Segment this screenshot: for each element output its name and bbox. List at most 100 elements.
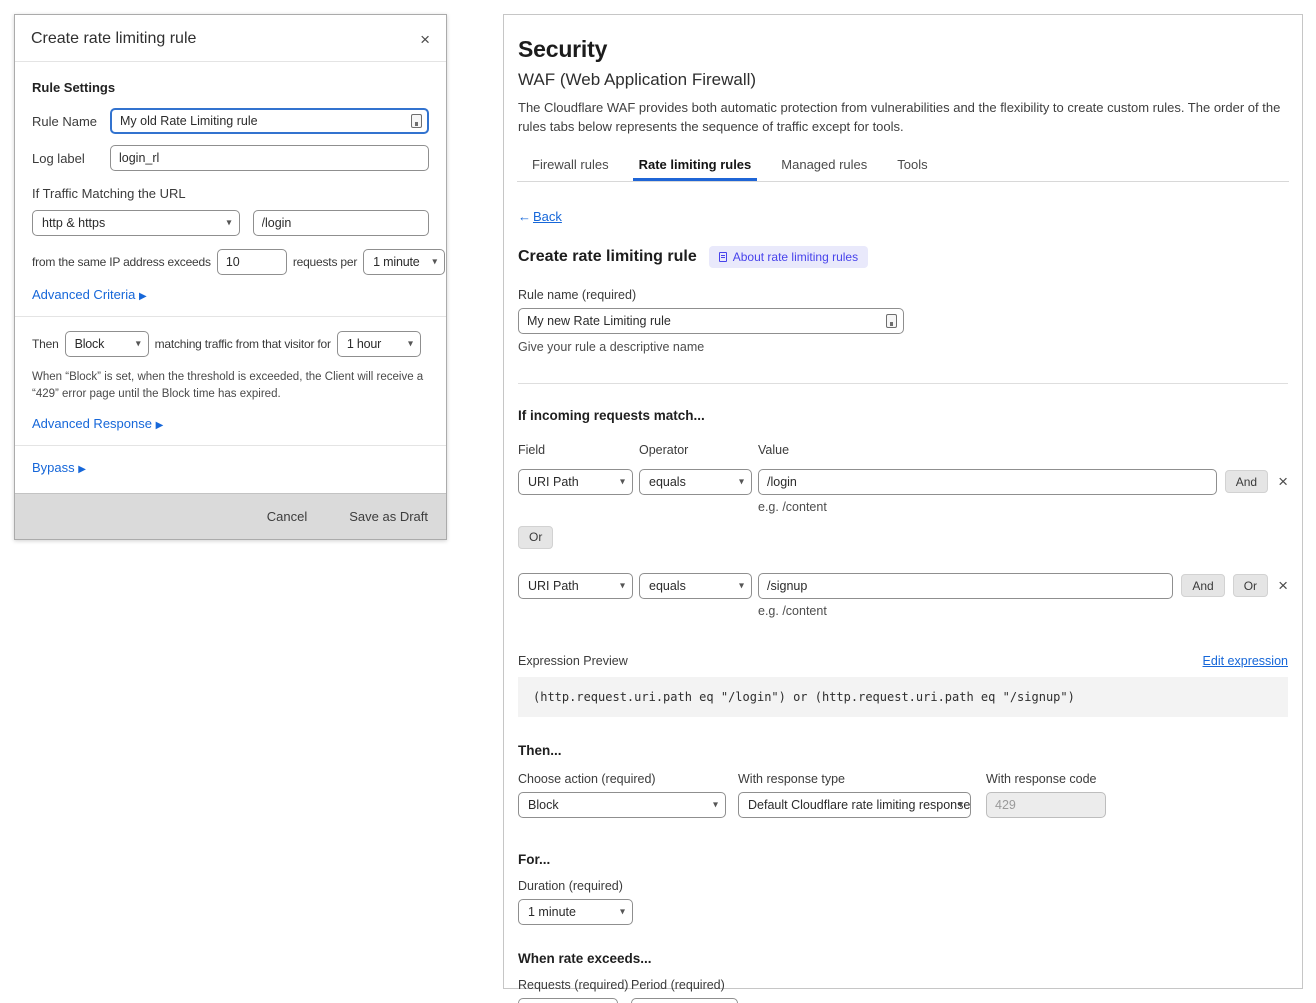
action-select[interactable]: Block ▾ [65, 331, 149, 357]
dialog-footer: Cancel Save as Draft [15, 493, 446, 539]
scheme-select[interactable]: http & https ▾ [32, 210, 240, 236]
duration-select[interactable]: 1 minute ▾ [518, 899, 633, 925]
divider [518, 383, 1288, 384]
or-connector: Or [518, 526, 1288, 549]
operator-select[interactable]: equals ▾ [639, 469, 752, 495]
threshold-requests-input[interactable] [217, 249, 287, 275]
then-label: Then [32, 337, 59, 351]
value-input[interactable] [758, 469, 1217, 495]
page-title: Security [518, 36, 1288, 63]
expression-preview-label: Expression Preview [518, 654, 628, 668]
and-button[interactable]: And [1225, 470, 1268, 493]
duration-label: Duration (required) [518, 879, 1288, 893]
chevron-down-icon: ▾ [226, 218, 231, 229]
tab-managed-rules[interactable]: Managed rules [781, 157, 867, 181]
chevron-down-icon: ▾ [136, 339, 141, 350]
url-match-row: http & https ▾ [32, 210, 429, 236]
chevron-down-icon: ▾ [620, 580, 625, 591]
chevron-down-icon: ▾ [620, 476, 625, 487]
rule-name-label: Rule Name [32, 114, 110, 129]
choose-action-label: Choose action (required) [518, 772, 726, 786]
value-input[interactable] [758, 573, 1173, 599]
condition-row: URI Path ▾ equals ▾ And × [518, 469, 1288, 495]
divider [15, 445, 446, 446]
field-select[interactable]: URI Path ▾ [518, 573, 633, 599]
threshold-prefix-text: from the same IP address exceeds [32, 255, 211, 269]
value-hint: e.g. /content [758, 500, 1288, 514]
period-select[interactable]: 1 minute ▾ [631, 998, 738, 1003]
action-row: Choose action (required) Block ▾ With re… [518, 772, 1288, 818]
create-rate-limit-dialog: Create rate limiting rule × Rule Setting… [14, 14, 447, 540]
back-link[interactable]: ←Back [518, 209, 562, 224]
about-rate-limiting-badge[interactable]: About rate limiting rules [709, 246, 868, 268]
rule-name-row: Rule Name [32, 108, 429, 134]
caret-right-icon: ▶ [78, 464, 86, 475]
advanced-response-link[interactable]: Advanced Response ▶ [32, 416, 429, 431]
traffic-matching-heading: If Traffic Matching the URL [32, 186, 429, 201]
cancel-button[interactable]: Cancel [267, 509, 307, 524]
waf-description: The Cloudflare WAF provides both automat… [518, 99, 1288, 137]
response-type-select[interactable]: Default Cloudflare rate limiting respons… [738, 792, 971, 818]
response-code-label: With response code [986, 772, 1106, 786]
requests-label: Requests (required) [518, 978, 631, 992]
ban-duration-select[interactable]: 1 hour ▾ [337, 331, 421, 357]
dialog-body: Rule Settings Rule Name Log label If Tra… [15, 62, 446, 475]
match-heading: If incoming requests match... [518, 408, 1288, 423]
chevron-down-icon: ▾ [713, 799, 718, 810]
waf-tabs: Firewall rules Rate limiting rules Manag… [518, 157, 1288, 181]
log-label-row: Log label [32, 145, 429, 171]
edit-expression-link[interactable]: Edit expression [1203, 654, 1288, 668]
remove-condition-icon[interactable]: × [1278, 473, 1288, 490]
chevron-down-icon: ▾ [958, 799, 963, 810]
divider [15, 316, 446, 317]
threshold-row: from the same IP address exceeds request… [32, 249, 429, 275]
tab-rate-limiting-rules[interactable]: Rate limiting rules [639, 157, 752, 181]
close-icon[interactable]: × [420, 31, 430, 48]
caret-right-icon: ▶ [156, 420, 164, 431]
response-type-label: With response type [738, 772, 971, 786]
expression-code: (http.request.uri.path eq "/login") or (… [518, 677, 1288, 717]
caret-right-icon: ▶ [139, 291, 147, 302]
form-title: Create rate limiting rule [518, 248, 697, 266]
threshold-period-select[interactable]: 1 minute ▾ [363, 249, 445, 275]
rule-settings-heading: Rule Settings [32, 80, 429, 95]
expression-header-row: Expression Preview Edit expression [518, 654, 1288, 668]
input-assist-icon[interactable] [886, 314, 897, 328]
rule-name-input[interactable] [518, 308, 904, 334]
log-label-input[interactable] [110, 145, 429, 171]
chevron-down-icon: ▾ [432, 257, 437, 268]
then-row: Then Block ▾ matching traffic from that … [32, 331, 429, 357]
condition-column-labels: Field Operator Value [518, 443, 1288, 463]
value-hint: e.g. /content [758, 604, 1288, 618]
bypass-link[interactable]: Bypass ▶ [32, 460, 429, 475]
tab-firewall-rules[interactable]: Firewall rules [532, 157, 609, 181]
rule-name-label: Rule name (required) [518, 288, 1288, 302]
rule-name-input[interactable] [110, 108, 429, 134]
advanced-criteria-link[interactable]: Advanced Criteria ▶ [32, 287, 429, 302]
tab-tools[interactable]: Tools [897, 157, 927, 181]
rate-row: 1 minute ▾ [518, 998, 1288, 1003]
save-as-draft-button[interactable]: Save as Draft [349, 509, 428, 524]
dialog-header: Create rate limiting rule × [15, 15, 446, 62]
input-assist-icon[interactable] [411, 114, 422, 128]
value-column-label: Value [758, 443, 789, 457]
tabs-divider [517, 181, 1289, 182]
response-code-input [986, 792, 1106, 818]
action-select[interactable]: Block ▾ [518, 792, 726, 818]
or-button[interactable]: Or [518, 526, 553, 549]
rule-name-helper: Give your rule a descriptive name [518, 340, 1288, 354]
chevron-down-icon: ▾ [739, 476, 744, 487]
or-button[interactable]: Or [1233, 574, 1268, 597]
chevron-down-icon: ▾ [739, 580, 744, 591]
dialog-title: Create rate limiting rule [31, 30, 196, 48]
security-waf-panel: Security WAF (Web Application Firewall) … [503, 14, 1303, 989]
url-pattern-input[interactable] [253, 210, 430, 236]
screenshot-root: Create rate limiting rule × Rule Setting… [0, 0, 1316, 1003]
field-select[interactable]: URI Path ▾ [518, 469, 633, 495]
for-heading: For... [518, 852, 1288, 867]
remove-condition-icon[interactable]: × [1278, 577, 1288, 594]
chevron-down-icon: ▾ [620, 906, 625, 917]
and-button[interactable]: And [1181, 574, 1224, 597]
requests-input[interactable] [518, 998, 618, 1003]
operator-select[interactable]: equals ▾ [639, 573, 752, 599]
